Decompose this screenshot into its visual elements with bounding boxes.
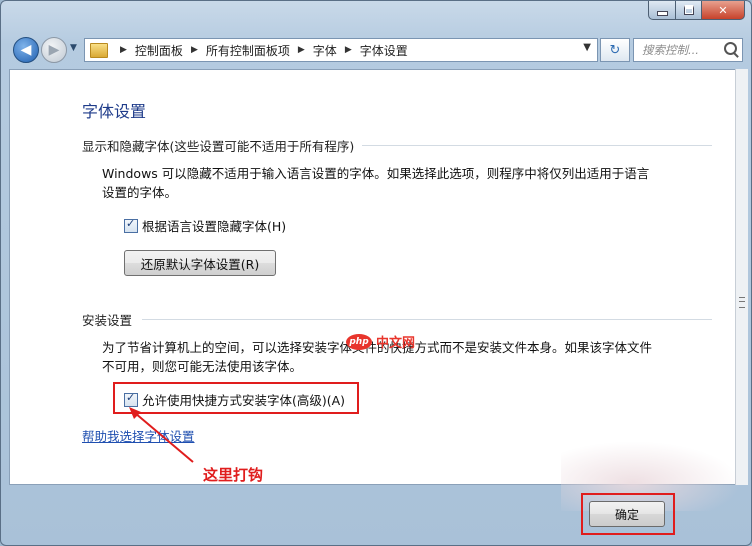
ok-button[interactable]: 确定 <box>589 501 665 527</box>
arrow-line <box>134 412 194 463</box>
annotation-text: 这里打钩 <box>203 466 264 484</box>
font-settings-window: ✕ ◀ ▶ ▼ ▶ 控制面板 ▶ 所有控制面板项 ▶ 字体 ▶ 字体设置 ▼ ↻… <box>0 0 752 546</box>
